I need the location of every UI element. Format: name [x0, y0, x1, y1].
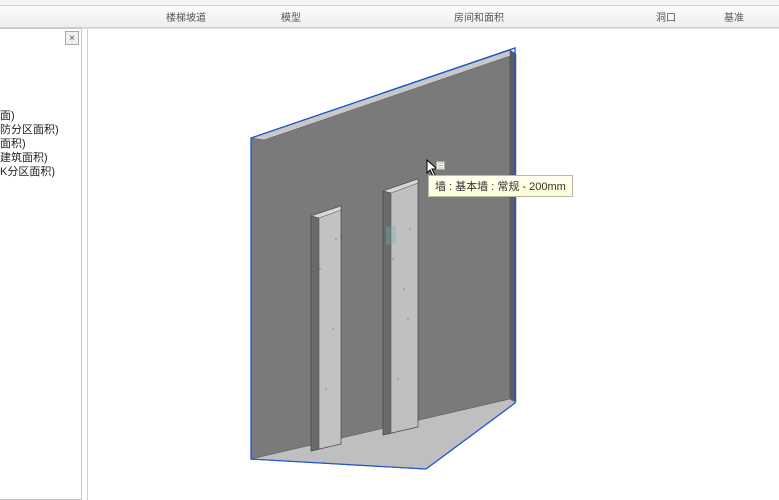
viewport-3d[interactable]: 墙 : 基本墙 : 常规 - 200mm [82, 28, 779, 500]
list-item[interactable]: 面) [0, 109, 81, 123]
ribbon-group-label[interactable]: 楼梯坡道 [160, 9, 212, 24]
ribbon-group-label[interactable]: 基准 [718, 9, 750, 24]
ribbon-groups: 楼梯坡道 模型 房间和面积 洞口 基准 [0, 6, 779, 28]
cursor-badge-icon [436, 161, 446, 171]
ribbon-tabs [0, 0, 779, 6]
properties-panel: × 面) 防分区面积) 面积) 建筑面积) K分区面积) [0, 28, 82, 500]
ribbon-group-label[interactable]: 模型 [275, 9, 307, 24]
ribbon-group-label[interactable]: 房间和面积 [448, 9, 510, 24]
list-item[interactable]: K分区面积) [0, 165, 81, 179]
list-item[interactable]: 建筑面积) [0, 151, 81, 165]
close-icon[interactable]: × [65, 31, 79, 45]
list-item[interactable]: 防分区面积) [0, 123, 81, 137]
ribbon-group-label[interactable]: 洞口 [650, 9, 682, 24]
list-item[interactable]: 面积) [0, 137, 81, 151]
wall-3d-model[interactable] [88, 29, 778, 500]
element-tooltip: 墙 : 基本墙 : 常规 - 200mm [428, 175, 573, 197]
